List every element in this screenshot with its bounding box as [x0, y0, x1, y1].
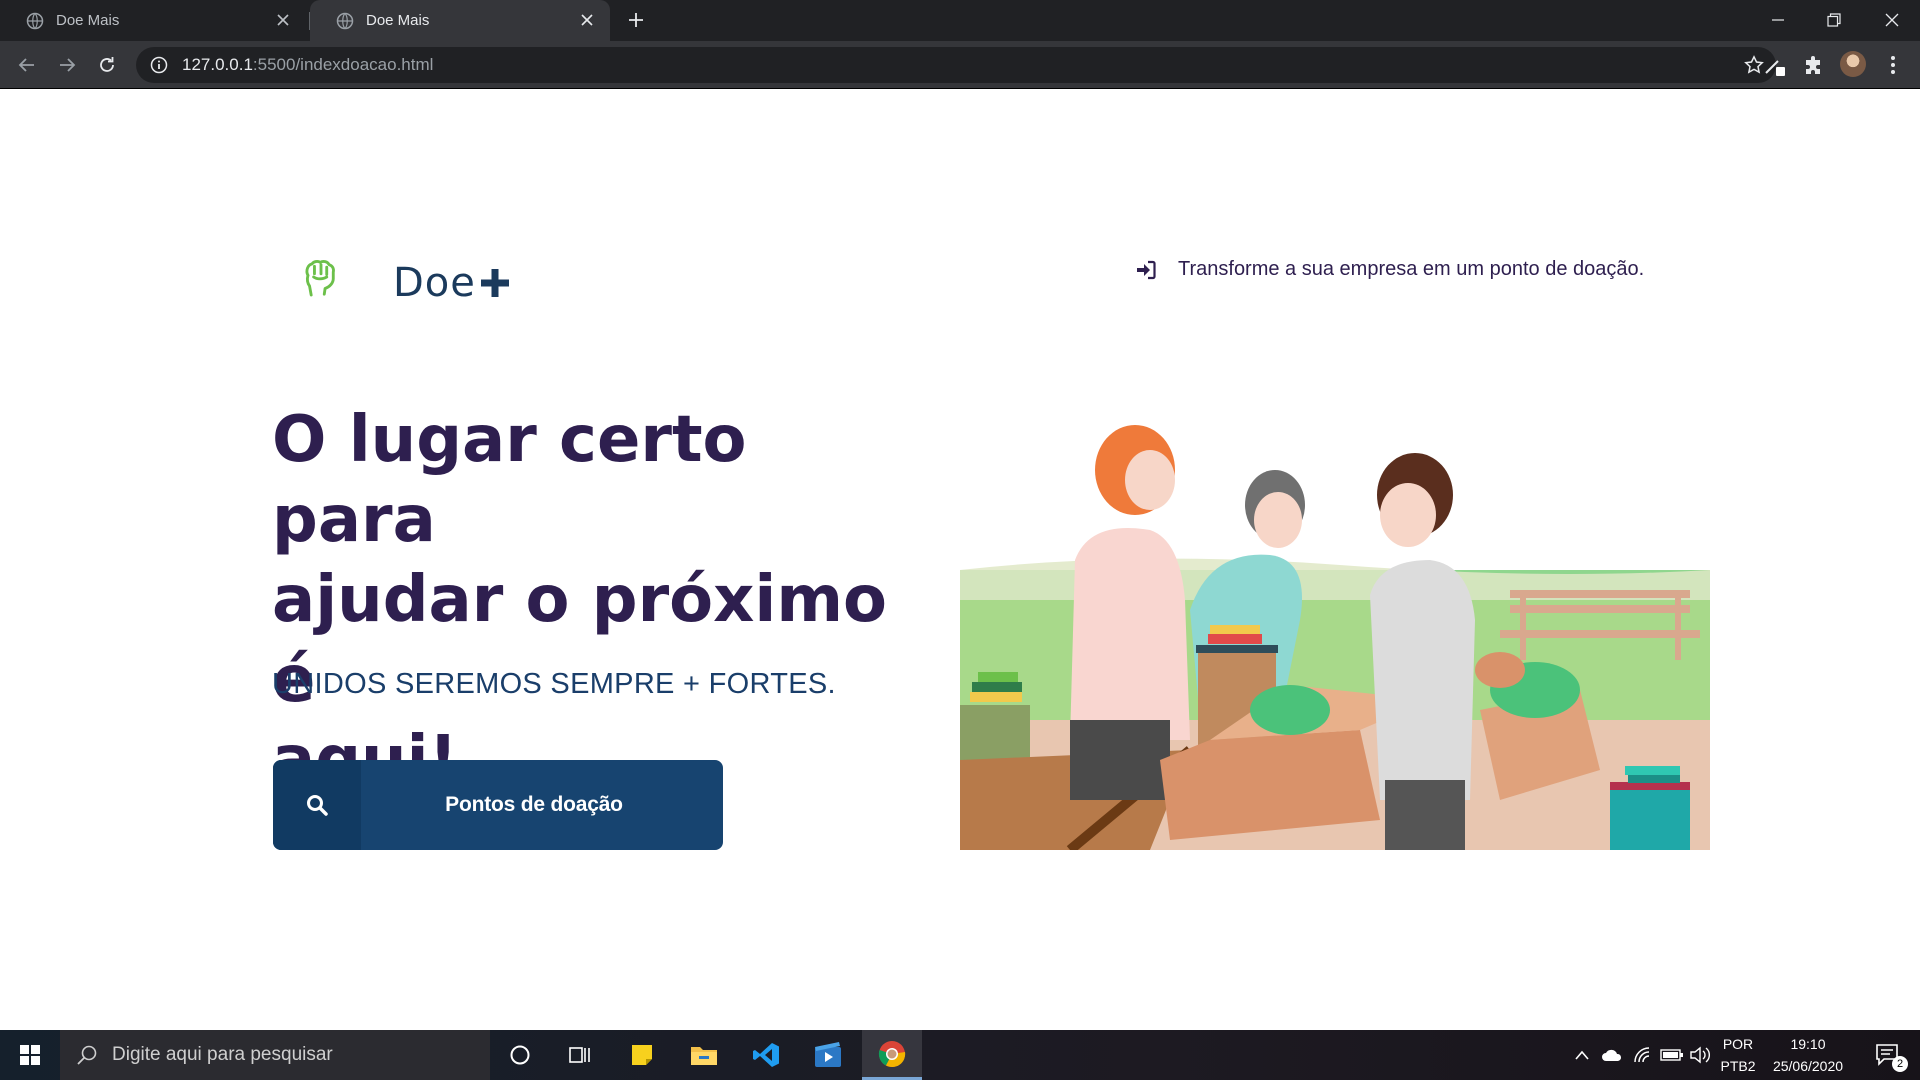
close-tab-icon[interactable]: [274, 11, 292, 29]
task-view-icon[interactable]: [550, 1030, 610, 1080]
page-content: Doe Transforme a sua empresa em um ponto…: [0, 90, 1920, 1030]
windows-start-button[interactable]: [0, 1030, 60, 1080]
battery-icon[interactable]: [1658, 1030, 1686, 1080]
tab-title: Doe Mais: [366, 12, 430, 29]
clock-date: 25/06/2020: [1772, 1058, 1844, 1074]
sticky-notes-icon[interactable]: [612, 1030, 672, 1080]
page-headline: O lugar certo para ajudar o próximo é aq…: [272, 400, 912, 800]
logo-fist-icon[interactable]: [303, 231, 393, 323]
forward-button[interactable]: [52, 50, 82, 80]
globe-icon: [336, 12, 354, 29]
site-info-icon[interactable]: [150, 56, 168, 74]
url-host: 127.0.0.1: [182, 55, 253, 74]
extension-pen-icon[interactable]: [1762, 52, 1788, 78]
partner-link-text: Transforme a sua empresa em um ponto de …: [1178, 258, 1645, 280]
search-icon: [273, 760, 361, 850]
chrome-menu-icon[interactable]: [1880, 52, 1906, 78]
donation-points-label: Pontos de doação: [445, 793, 623, 816]
profile-avatar[interactable]: [1840, 51, 1866, 77]
language-code: POR: [1722, 1036, 1754, 1052]
show-hidden-icons-chevron[interactable]: [1570, 1030, 1594, 1080]
taskbar-search-box[interactable]: Digite aqui para pesquisar: [60, 1030, 490, 1080]
file-explorer-icon[interactable]: [674, 1030, 734, 1080]
cortana-icon[interactable]: [490, 1030, 550, 1080]
keyboard-layout: PTB2: [1720, 1058, 1756, 1074]
search-placeholder: Digite aqui para pesquisar: [112, 1044, 333, 1065]
restore-button[interactable]: [1806, 0, 1862, 40]
clock-time: 19:10: [1790, 1036, 1826, 1052]
logo-text: Doe: [393, 260, 476, 306]
url-path: :5500/indexdoacao.html: [252, 55, 434, 74]
globe-icon: [26, 12, 44, 29]
windows-taskbar: Digite aqui para pesquisar POR PTB2 19:1…: [0, 1030, 1920, 1080]
clock[interactable]: 19:10 25/06/2020: [1764, 1033, 1852, 1077]
close-window-button[interactable]: [1864, 0, 1920, 40]
volume-icon[interactable]: [1688, 1030, 1714, 1080]
wifi-icon[interactable]: [1630, 1030, 1654, 1080]
search-icon: [77, 1045, 97, 1065]
close-tab-icon[interactable]: [578, 11, 596, 29]
donation-illustration: [960, 425, 1710, 850]
reload-button[interactable]: [92, 50, 122, 80]
partner-link[interactable]: Transforme a sua empresa em um ponto de …: [1136, 258, 1644, 281]
notifications-button[interactable]: 2: [1866, 1030, 1910, 1080]
donation-points-button[interactable]: Pontos de doação: [273, 760, 723, 850]
onedrive-icon[interactable]: [1600, 1030, 1624, 1080]
minimize-button[interactable]: [1750, 0, 1806, 40]
chrome-icon[interactable]: [862, 1030, 922, 1080]
headline-line: O lugar certo para: [272, 403, 747, 557]
browser-tab-bar: Doe Mais Doe Mais: [0, 0, 1920, 41]
tab-title: Doe Mais: [56, 12, 120, 29]
keyboard-language[interactable]: POR PTB2: [1716, 1033, 1760, 1077]
new-tab-button[interactable]: [624, 8, 648, 32]
notification-count-badge: 2: [1892, 1056, 1908, 1072]
address-bar[interactable]: 127.0.0.1:5500/indexdoacao.html: [136, 47, 1776, 83]
bookmark-star-icon[interactable]: [1744, 55, 1764, 75]
browser-tab-2[interactable]: Doe Mais: [310, 0, 610, 41]
browser-toolbar: 127.0.0.1:5500/indexdoacao.html: [0, 41, 1920, 89]
logo-plus-icon: [481, 269, 509, 297]
browser-tab-1[interactable]: Doe Mais: [0, 0, 310, 41]
vscode-icon[interactable]: [736, 1030, 796, 1080]
back-button[interactable]: [12, 50, 42, 80]
movies-icon[interactable]: [798, 1030, 858, 1080]
extensions-puzzle-icon[interactable]: [1800, 52, 1826, 78]
sign-in-icon: [1137, 260, 1156, 279]
page-subtitle: UNIDOS SEREMOS SEMPRE + FORTES.: [272, 668, 836, 700]
